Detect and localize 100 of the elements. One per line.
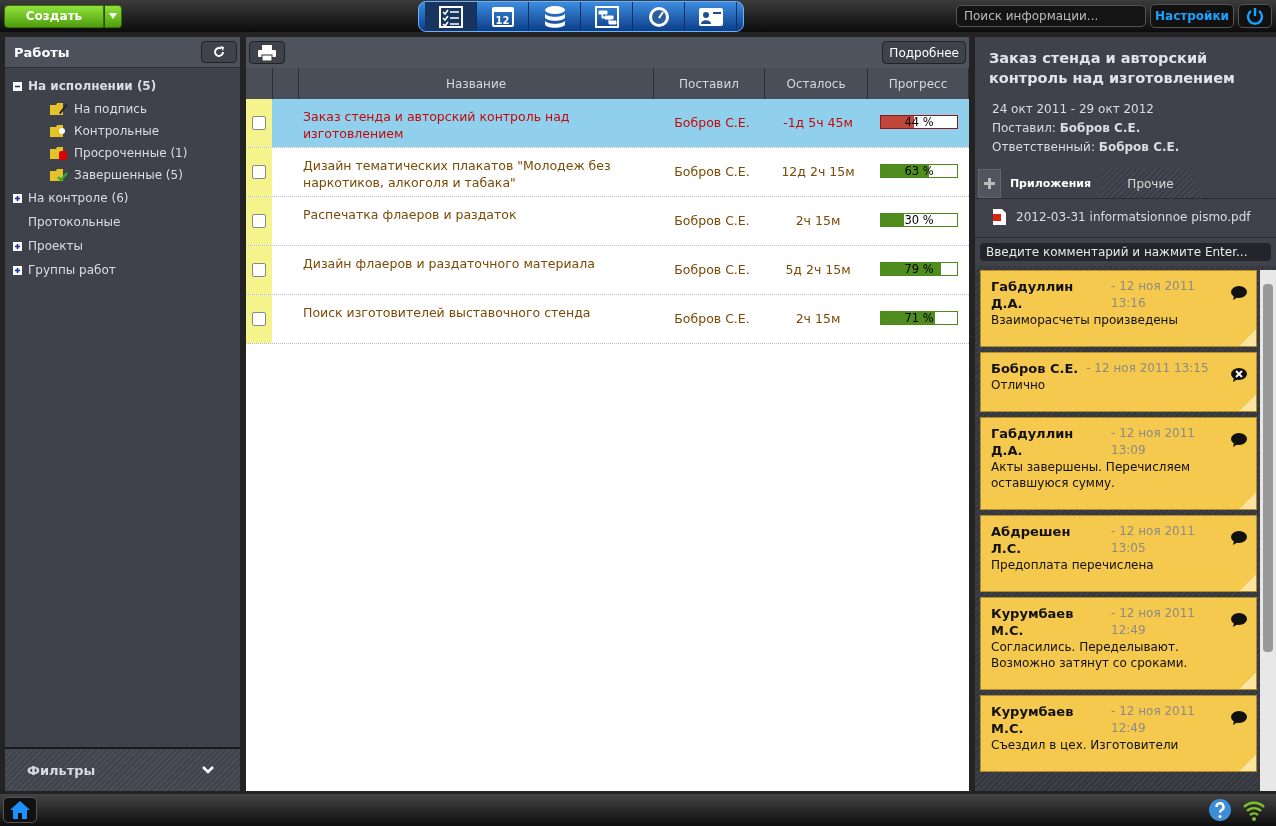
comment-author: Абдрешен Л.С. (991, 523, 1072, 557)
create-dropdown-button[interactable] (104, 4, 122, 28)
home-button[interactable] (3, 797, 37, 823)
delete-bubble-icon[interactable] (1231, 368, 1247, 382)
caret-icon (109, 13, 117, 19)
comment-text: Съездил в цех. Изготовители (991, 737, 1180, 753)
power-button[interactable] (1238, 4, 1272, 28)
speech-bubble-icon[interactable] (1231, 711, 1247, 725)
comment-date: - 12 ноя 2011 13:05 (1111, 523, 1196, 557)
comment-text: Отлично (991, 377, 1047, 393)
attachment-link[interactable]: 2012-03-31 informatsionnoe pismo.pdf (1016, 210, 1251, 224)
author-cell-text: Бобров С.Е. (673, 163, 751, 181)
task-title: Заказ стенда и авторский контроль над изготовлением (989, 49, 1236, 88)
scrollbar[interactable] (1260, 270, 1276, 791)
folder-alert-icon (50, 146, 68, 160)
help-icon[interactable] (1208, 798, 1232, 822)
time-left-cell-text: 5д 2ч 15м (784, 261, 852, 279)
checkbox[interactable] (252, 116, 266, 130)
collapse-icon[interactable] (13, 81, 22, 91)
time-left-cell-text: 12д 2ч 15м (780, 163, 856, 181)
comment-date: - 12 ноя 2011 12:49 (1111, 703, 1196, 737)
speech-bubble-icon[interactable] (1231, 531, 1247, 545)
tree-item[interactable]: На исполнении (5) (28, 79, 157, 93)
detail-field: Ответственный: Бобров С.Е. (989, 138, 1262, 157)
checklist-icon (438, 5, 463, 28)
time-left-cell-text: 2ч 15м (794, 310, 842, 328)
hierarchy-icon (594, 5, 619, 28)
comment-field[interactable]: Введите комментарий и нажмите Enter... (979, 242, 1272, 262)
comment-author: Габдуллин Д.А. (991, 278, 1075, 312)
folder-pen-icon (50, 102, 68, 116)
gauge-icon (646, 4, 671, 29)
task-title: Заказ стенда и авторский контроль над изготовлением (297, 99, 657, 147)
checkbox[interactable] (252, 312, 266, 326)
author-cell-text: Бобров С.Е. (673, 310, 751, 328)
detail-field: Поставил: Бобров С.Е. (989, 119, 1262, 138)
print-button[interactable] (249, 41, 285, 64)
table-row[interactable]: Дизайн флаеров и раздаточного материала Бобров С.Е. 5д 2ч 15м 79 % (246, 246, 969, 295)
tree-item[interactable]: Проекты (28, 239, 84, 253)
task-title: Распечатка флаеров и раздаток (302, 206, 518, 224)
expand-icon[interactable] (13, 193, 22, 203)
speech-bubble-icon[interactable] (1231, 286, 1247, 300)
plus-icon (984, 178, 995, 189)
comment-author: Курумбаев М.С. (991, 703, 1075, 737)
task-title: Дизайн флаеров и раздаточного материала (302, 255, 596, 273)
tree-item[interactable]: Группы работ (28, 263, 116, 277)
comment-date: - 12 ноя 2011 13:16 (1111, 278, 1196, 312)
comment-date: - 12 ноя 2011 13:15 (1086, 360, 1210, 377)
expand-icon[interactable] (13, 241, 22, 251)
time-left-cell-text: 2ч 15м (794, 212, 842, 230)
panel-title: Работы (14, 44, 70, 60)
comment-text: Предоплата перечислена (991, 557, 1155, 573)
details-button[interactable]: Подробнее (882, 41, 966, 64)
comment-text: Акты завершены. Перечисляем оставшуюся сумму. (991, 459, 1192, 491)
folder-person-icon (50, 124, 68, 138)
calendar-icon: 12 (491, 6, 514, 27)
add-button[interactable] (978, 169, 1001, 198)
tasks-tab[interactable] (425, 2, 477, 31)
tree-item[interactable]: На контроле (6) (28, 191, 129, 205)
comment-text: Согласились. Переделывают. Возможно затянут со сроками. (991, 639, 1189, 671)
author-cell: Бобров С.Е. (657, 99, 767, 147)
comment-text: Взаиморасчеты произведены (991, 312, 1179, 328)
search-field[interactable]: Поиск информации... (956, 5, 1146, 27)
settings-button[interactable]: Настройки (1150, 4, 1234, 28)
tree-item[interactable]: Завершенные (5) (74, 168, 183, 182)
filters-header[interactable]: Фильтры (27, 762, 96, 778)
tree-item[interactable]: На подпись (74, 102, 147, 116)
progress-bar: 71 % (880, 311, 958, 325)
power-icon (1246, 7, 1264, 25)
progress-bar: 30 % (880, 213, 958, 227)
comment-author: Габдуллин Д.А. (991, 425, 1075, 459)
contact-card-icon (697, 6, 724, 27)
checkbox[interactable] (252, 165, 266, 179)
tree-item[interactable]: Контрольные (74, 124, 160, 138)
progress-bar: 79 % (880, 262, 958, 276)
task-title: Дизайн тематических плакатов "Молодеж без наркотиков, алкоголя и табака" (302, 157, 612, 192)
expand-icon[interactable] (13, 265, 22, 275)
speech-bubble-icon[interactable] (1231, 433, 1247, 447)
comment-date: - 12 ноя 2011 13:09 (1111, 425, 1196, 459)
tab[interactable]: Прочие (1101, 169, 1201, 198)
folder-check-icon (50, 168, 68, 182)
database-icon (542, 4, 567, 29)
chevron-down-icon[interactable] (202, 765, 214, 775)
calendar-tab[interactable]: 12 (477, 2, 529, 31)
task-title: Поиск изготовителей выставочного стенда (302, 304, 592, 322)
checkbox[interactable] (252, 214, 266, 228)
date-range: 24 окт 2011 - 29 окт 2012 (991, 101, 1155, 118)
refresh-button[interactable] (201, 41, 237, 63)
checkbox[interactable] (252, 263, 266, 277)
comment-date: - 12 ноя 2011 12:49 (1111, 605, 1196, 639)
comment-author: Курумбаев М.С. (991, 605, 1075, 639)
tree-item[interactable]: Просроченные (1) (74, 146, 188, 160)
printer-icon (258, 44, 276, 61)
table-row[interactable]: Распечатка флаеров и раздаток Бобров С.Е. 2ч 15м 30 % (246, 197, 969, 246)
time-left-cell: -1д 5ч 45м (767, 99, 869, 147)
home-icon (10, 801, 30, 819)
speech-bubble-icon[interactable] (1231, 613, 1247, 627)
tree-item[interactable]: Протокольные (28, 215, 121, 229)
comment-author: Бобров С.Е. (991, 360, 1079, 377)
refresh-icon (212, 45, 226, 59)
author-cell-text: Бобров С.Е. (673, 261, 751, 279)
